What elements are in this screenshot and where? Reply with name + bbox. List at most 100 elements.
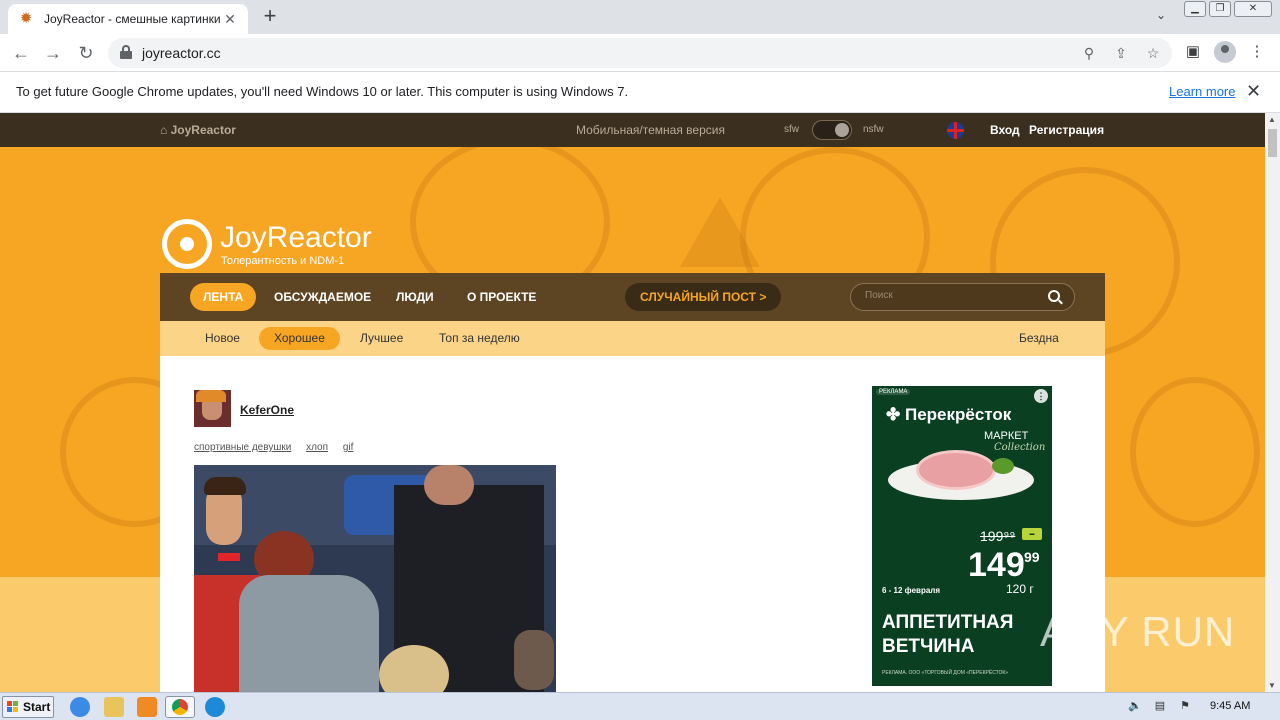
site-topbar: ⌂ JoyReactor Мобильная/темная версия sfw… [0,113,1265,147]
back-arrow-icon[interactable]: ← [10,42,32,64]
gif-man-head [424,465,474,505]
scroll-up-icon[interactable]: ▲ [1268,115,1276,124]
network-icon[interactable]: ▤ [1153,699,1167,713]
windows-logo-icon [7,701,19,713]
chrome-logo-icon [172,699,188,715]
subnav-item-best[interactable]: Лучшее [345,327,418,350]
new-tab-button[interactable]: + [258,5,282,29]
learn-more-link[interactable]: Learn more [1169,84,1235,99]
nav-item-people[interactable]: ЛЮДИ [383,283,447,311]
ad-old-price: 199⁹⁹ [980,528,1016,544]
start-button[interactable]: Start [2,696,54,718]
tag-link[interactable]: спортивные девушки [194,442,291,453]
advertisement[interactable]: РЕКЛАМА ⋮ ✤ Перекрёсток МАРКЕТ Collectio… [872,386,1052,686]
anyrun-watermark: ANY RUN [1040,608,1236,655]
gif-bow-tie [218,553,240,561]
sfw-label: sfw [784,124,799,135]
scroll-down-icon[interactable]: ▼ [1268,681,1276,690]
file-explorer-icon[interactable] [104,697,124,717]
volume-icon[interactable]: 🔈 [1128,699,1142,713]
gif-man-hair [204,477,246,495]
post-tags: спортивные девушки хлоп gif [194,442,365,453]
side-panel-icon[interactable]: ▣ [1183,42,1203,62]
tag-link[interactable]: хлоп [306,442,328,453]
action-center-flag-icon[interactable]: ⚑ [1178,699,1192,713]
subnav-item-abyss[interactable]: Бездна [1004,327,1074,350]
internet-explorer-icon[interactable] [70,697,90,717]
restore-window-button[interactable]: ❐ [1209,1,1231,17]
ad-sub-brand: МАРКЕТ [984,430,1029,442]
biohazard-logo-icon [162,219,212,269]
browser-tab-strip: ✹ JoyReactor - смешные картинки и ✕ + ⌄ … [0,0,1280,34]
subnav-item-top-week[interactable]: Топ за неделю [424,327,535,350]
banner-decor-triangle [680,197,760,267]
ad-headline-1: АППЕТИТНАЯ [882,612,1014,633]
search-input[interactable] [865,290,1025,301]
page-viewport: JoyReactor Толерантность и NDM-1 ⌂ JoyRe… [0,113,1265,692]
sfw-nsfw-toggle[interactable] [812,120,852,140]
avatar[interactable] [194,390,231,427]
share-icon[interactable]: ⇪ [1112,44,1130,62]
tab-title: JoyReactor - смешные картинки и [44,12,222,26]
ad-legal-text: РЕКЛАМА. ООО «ТОРГОВЫЙ ДОМ «ПЕРЕКРЁСТОК» [882,670,1009,676]
close-window-button[interactable]: ✕ [1234,1,1272,17]
reload-icon[interactable]: ↻ [75,42,97,64]
ad-leaf-image [992,458,1014,474]
ad-dates: 6 - 12 февраля [882,586,941,595]
sub-nav: Новое Хорошее Лучшее Топ за неделю Бездн… [160,321,1105,356]
profile-avatar-icon[interactable] [1214,41,1236,63]
nav-item-discussed[interactable]: ОБСУЖДАЕМОЕ [261,283,384,311]
edge-icon[interactable] [205,697,225,717]
tab-search-chevron-icon[interactable]: ⌄ [1152,8,1170,26]
page-scrollbar[interactable]: ▲ ▼ [1265,113,1280,692]
chrome-taskbar-icon[interactable] [165,696,195,718]
forward-arrow-icon[interactable]: → [42,42,64,64]
zoom-search-icon[interactable]: ⚲ [1080,44,1098,62]
ad-label: РЕКЛАМА [876,389,911,395]
login-link[interactable]: Вход [990,123,1020,137]
uk-flag-icon[interactable] [947,122,964,139]
close-tab-icon[interactable]: ✕ [222,11,238,28]
media-player-icon[interactable] [137,697,157,717]
taskbar-clock[interactable]: 9:45 AM [1210,700,1250,712]
tag-link[interactable]: gif [343,442,354,453]
browser-tab[interactable]: ✹ JoyReactor - смешные картинки и ✕ [8,4,248,34]
register-link[interactable]: Регистрация [1029,123,1104,137]
ad-card-badge: ▬ [1022,528,1042,540]
subnav-item-good[interactable]: Хорошее [259,327,340,350]
ad-weight: 120 г [1006,582,1034,596]
address-bar[interactable]: joyreactor.cc ⚲ ⇪ ☆ [108,38,1172,68]
ad-price: 149 [968,546,1025,584]
post-author-link[interactable]: KeferOne [240,403,294,417]
chrome-menu-icon[interactable]: ⋮ [1247,42,1267,62]
logo-slogan: Толерантность и NDM-1 [221,255,345,267]
bookmark-star-icon[interactable]: ☆ [1144,44,1162,62]
gif-spectator [514,630,554,690]
browser-toolbar: ← → ↻ joyreactor.cc ⚲ ⇪ ☆ [0,34,1280,72]
random-post-button[interactable]: СЛУЧАЙНЫЙ ПОСТ > [625,283,782,311]
subnav-item-new[interactable]: Новое [190,327,255,350]
mobile-version-link[interactable]: Мобильная/темная версия [576,123,725,137]
nav-item-feed[interactable]: ЛЕНТА [190,283,257,311]
nsfw-label: nsfw [863,124,884,135]
home-link-label: JoyReactor [170,123,236,137]
logo-name: JoyReactor [220,221,372,254]
ad-options-icon[interactable]: ⋮ [1034,389,1048,403]
nav-item-about[interactable]: О ПРОЕКТЕ [454,283,549,311]
site-favicon-icon: ✹ [19,10,33,27]
lock-icon[interactable] [120,45,132,59]
ad-headline-2: ВЕТЧИНА [882,636,975,657]
scrollbar-thumb[interactable] [1268,129,1277,157]
start-label: Start [23,700,51,714]
search-icon[interactable] [1048,290,1060,302]
gif-grey-jacket [239,575,379,692]
feed-content: KeferOne спортивные девушки хлоп gif РЕК… [160,356,1105,692]
home-link[interactable]: ⌂ JoyReactor [160,123,236,137]
ad-collection: Collection [994,442,1046,453]
post-gif-image[interactable] [194,465,556,692]
minimize-window-button[interactable]: ▁ [1184,1,1206,17]
windows-taskbar: Start 🔈 ▤ ⚑ 9:45 AM [0,692,1280,720]
url-text[interactable]: joyreactor.cc [142,45,221,61]
toggle-knob [835,123,849,137]
close-infobar-icon[interactable]: ✕ [1246,81,1261,102]
